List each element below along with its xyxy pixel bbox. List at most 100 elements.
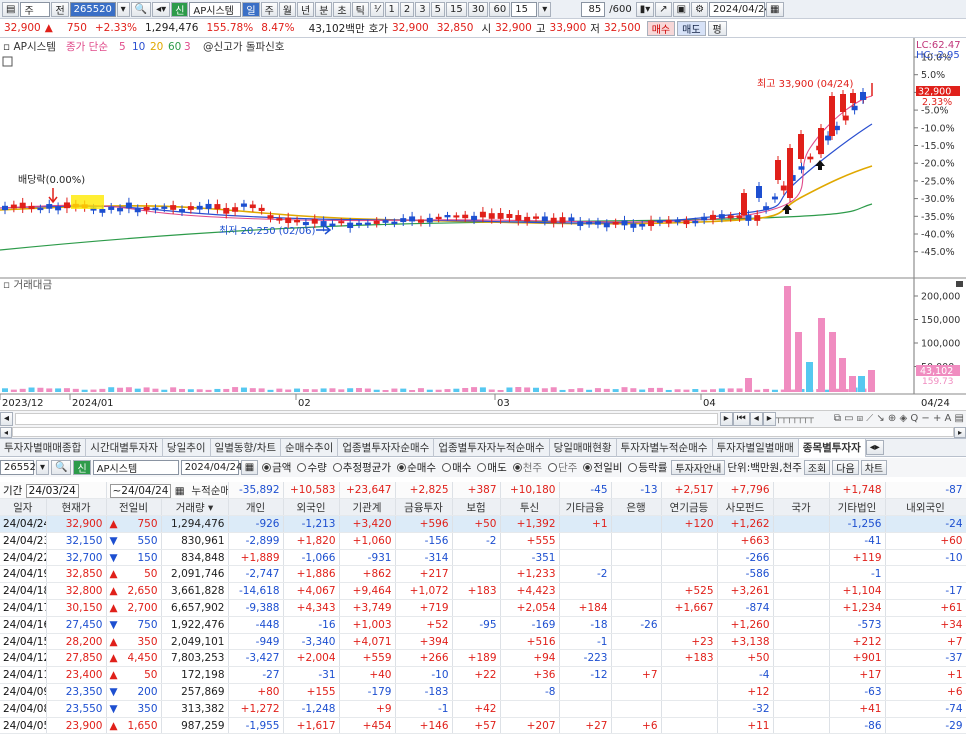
tools-icon[interactable]: ⧉ ▭ ⧆ ⟋ ↘ ⊕ ◈ Q − + A ▤ bbox=[832, 413, 966, 424]
stock-name[interactable]: AP시스템 bbox=[189, 1, 242, 17]
table-row[interactable]: 24/04/09 23,350 ▼ 200 257,869 +80 +155 -179 -183… bbox=[0, 683, 966, 701]
save-icon[interactable]: ▣ bbox=[672, 1, 691, 17]
tab-1[interactable]: 시간대별투자자 bbox=[86, 438, 163, 457]
h-scrollbar[interactable] bbox=[15, 412, 718, 425]
table-row[interactable]: 24/04/24 32,900 ▲ 750 1,294,476 -926 -1,213 +3,… bbox=[0, 515, 966, 533]
pane-max-icon[interactable] bbox=[956, 281, 963, 287]
table-row[interactable]: 24/04/15 28,200 ▲ 350 2,049,101 -949 -3,340 +4,… bbox=[0, 633, 966, 651]
header-cell[interactable]: 기타법인 bbox=[829, 498, 886, 517]
radio-net[interactable]: 순매수 bbox=[395, 460, 438, 475]
radio-cur[interactable]: 천주 bbox=[511, 460, 544, 475]
header-cell[interactable]: 기타금융 bbox=[559, 498, 612, 517]
header-cell[interactable]: 외국인 bbox=[283, 498, 340, 517]
radio-sell[interactable]: 매도 bbox=[475, 460, 508, 475]
tab-0[interactable]: 투자자별매매종합 bbox=[0, 438, 87, 457]
search-icon[interactable]: 🔍 bbox=[130, 1, 152, 17]
radio-rate[interactable]: 등락률 bbox=[626, 460, 669, 475]
count-input[interactable]: 85 bbox=[581, 1, 606, 17]
interval-30[interactable]: 30 bbox=[467, 1, 489, 17]
stock-code-input[interactable]: 265520 bbox=[69, 1, 116, 17]
chart-button[interactable]: 차트 bbox=[860, 460, 888, 475]
header-cell[interactable]: 내외국인 bbox=[885, 498, 966, 517]
header-cell[interactable]: 기관계 bbox=[339, 498, 396, 517]
interval-15[interactable]: 15 bbox=[446, 1, 467, 17]
tab-6[interactable]: 업종별투자자누적순매수 bbox=[434, 438, 550, 457]
radio-qty[interactable]: 수량 bbox=[295, 460, 328, 475]
header-cell[interactable]: 보험 bbox=[452, 498, 501, 517]
table-row[interactable]: 24/04/05 23,900 ▲ 1,650 987,259 -1,955 +1,617 +… bbox=[0, 717, 966, 734]
period-year[interactable]: 년 bbox=[297, 1, 315, 17]
first-icon[interactable]: ⏮ bbox=[732, 411, 750, 426]
header-cell[interactable]: 사모펀드 bbox=[717, 498, 774, 517]
frac-button[interactable]: ⅟ bbox=[369, 1, 384, 17]
dropdown-icon[interactable]: ▾ bbox=[116, 1, 130, 17]
table-row[interactable]: 24/04/19 32,850 ▲ 50 2,091,746 -2,747 +1,886 +8… bbox=[0, 565, 966, 584]
scroll-left-icon[interactable]: ◂ bbox=[0, 426, 13, 438]
table-row[interactable]: 24/04/11 23,400 ▲ 50 172,198 -27 -31 +40 -10 +22 +… bbox=[0, 666, 966, 685]
tab-2[interactable]: 당일추이 bbox=[163, 438, 211, 457]
gear-icon[interactable]: ⚙ bbox=[691, 1, 709, 17]
radio-prev[interactable]: 전일비 bbox=[581, 460, 624, 475]
jeon-select[interactable]: 전 bbox=[51, 1, 69, 17]
table-row[interactable]: 24/04/23 32,150 ▼ 550 830,961 -2,899 +1,820 +1,… bbox=[0, 532, 966, 550]
header-cell[interactable]: 연기금등 bbox=[661, 498, 718, 517]
date-input[interactable]: 2024/04/24 bbox=[709, 1, 771, 17]
table-row[interactable]: 24/04/08 23,550 ▼ 350 313,382 +1,272 -1,248 +9-… bbox=[0, 700, 966, 718]
table-row[interactable]: 24/04/18 32,800 ▲ 2,650 3,661,828 -14,618 +4,0… bbox=[0, 582, 966, 601]
tab-9[interactable]: 투자자별일별매매 bbox=[713, 438, 799, 457]
header-cell[interactable]: 전일비 bbox=[106, 498, 162, 517]
table-row[interactable]: 24/04/16 27,450 ▼ 750 1,922,476 -448 -16 +1,003… bbox=[0, 616, 966, 634]
grid-icon[interactable] bbox=[2, 56, 13, 67]
period-week[interactable]: 주 bbox=[260, 1, 278, 17]
period-tick[interactable]: 틱 bbox=[351, 1, 369, 17]
tab-4[interactable]: 순매수추이 bbox=[281, 438, 339, 457]
price-chart[interactable]: 10.0%5.0%0.0%-5.0%-10.0%-15.0%-20.0%-25.… bbox=[0, 38, 966, 410]
interval-1[interactable]: 1 bbox=[384, 1, 399, 17]
header-cell[interactable]: 은행 bbox=[611, 498, 662, 517]
search-icon[interactable]: 🔍 bbox=[51, 460, 72, 475]
header-cell[interactable]: 국가 bbox=[773, 498, 830, 517]
table-row[interactable]: 24/04/22 32,700 ▼ 150 834,848 +1,889 -1,066 -93… bbox=[0, 549, 966, 567]
calendar-icon[interactable]: ▦ bbox=[240, 460, 259, 475]
period-sec[interactable]: 초 bbox=[333, 1, 351, 17]
interval-2[interactable]: 2 bbox=[399, 1, 415, 17]
scroll-right-icon[interactable]: ▸ bbox=[953, 426, 966, 438]
interval-3[interactable]: 3 bbox=[415, 1, 430, 17]
stock-name-input[interactable]: AP시스템 bbox=[92, 460, 179, 475]
zoom-slider[interactable]: ┬┬┬┬┬┬┬ bbox=[776, 414, 832, 424]
scroll-right-icon[interactable]: ▸ bbox=[719, 411, 733, 426]
interval-select[interactable]: 15 bbox=[511, 1, 538, 17]
tab-scroll-icon[interactable]: ◂▸ bbox=[865, 440, 884, 455]
tab-10[interactable]: 종목별투자자 bbox=[798, 438, 866, 457]
code-input[interactable]: 265520 bbox=[0, 460, 42, 475]
table-row[interactable]: 24/04/17 30,150 ▲ 2,700 6,657,902 -9,388 +4,34… bbox=[0, 599, 966, 617]
header-cell[interactable]: 금융투자 bbox=[395, 498, 453, 517]
speaker-icon[interactable]: ◂▾ bbox=[152, 1, 171, 17]
radio-unit[interactable]: 단주 bbox=[546, 460, 579, 475]
interval-5[interactable]: 5 bbox=[430, 1, 445, 17]
scroll-left-icon[interactable]: ◂ bbox=[0, 411, 14, 426]
type-select[interactable]: 주 bbox=[20, 1, 51, 17]
menu-icon[interactable]: ▤ bbox=[2, 1, 20, 17]
radio-amount[interactable]: 금액 bbox=[260, 460, 293, 475]
period-day[interactable]: 일 bbox=[242, 1, 260, 17]
period-min[interactable]: 분 bbox=[315, 1, 333, 17]
draw-icon[interactable]: ↗ bbox=[655, 1, 672, 17]
radio-avg[interactable]: 추정평균가 bbox=[331, 460, 393, 475]
header-cell[interactable]: 거래량 ▾ bbox=[161, 498, 229, 517]
prev-icon[interactable]: ◂ bbox=[749, 411, 763, 426]
header-cell[interactable]: 일자 bbox=[0, 498, 47, 517]
interval-dropdown-icon[interactable]: ▾ bbox=[538, 1, 552, 17]
tab-8[interactable]: 투자자별누적순매수 bbox=[617, 438, 713, 457]
period-month[interactable]: 월 bbox=[278, 1, 296, 17]
tab-5[interactable]: 업종별투자자순매수 bbox=[338, 438, 435, 457]
buy-button[interactable]: 매수 bbox=[646, 20, 676, 36]
header-cell[interactable]: 현재가 bbox=[46, 498, 107, 517]
calendar-icon[interactable]: ▦ bbox=[766, 1, 784, 17]
next-icon[interactable]: ▸ bbox=[762, 411, 776, 426]
tab-7[interactable]: 당일매매현황 bbox=[550, 438, 617, 457]
investor-guide-button[interactable]: 투자자안내 bbox=[671, 460, 726, 475]
header-cell[interactable]: 투신 bbox=[500, 498, 560, 517]
chart-type-icon[interactable]: ▮▾ bbox=[635, 1, 655, 17]
table-row[interactable]: 24/04/12 27,850 ▲ 4,450 7,803,253 -3,427 +2,00… bbox=[0, 649, 966, 668]
